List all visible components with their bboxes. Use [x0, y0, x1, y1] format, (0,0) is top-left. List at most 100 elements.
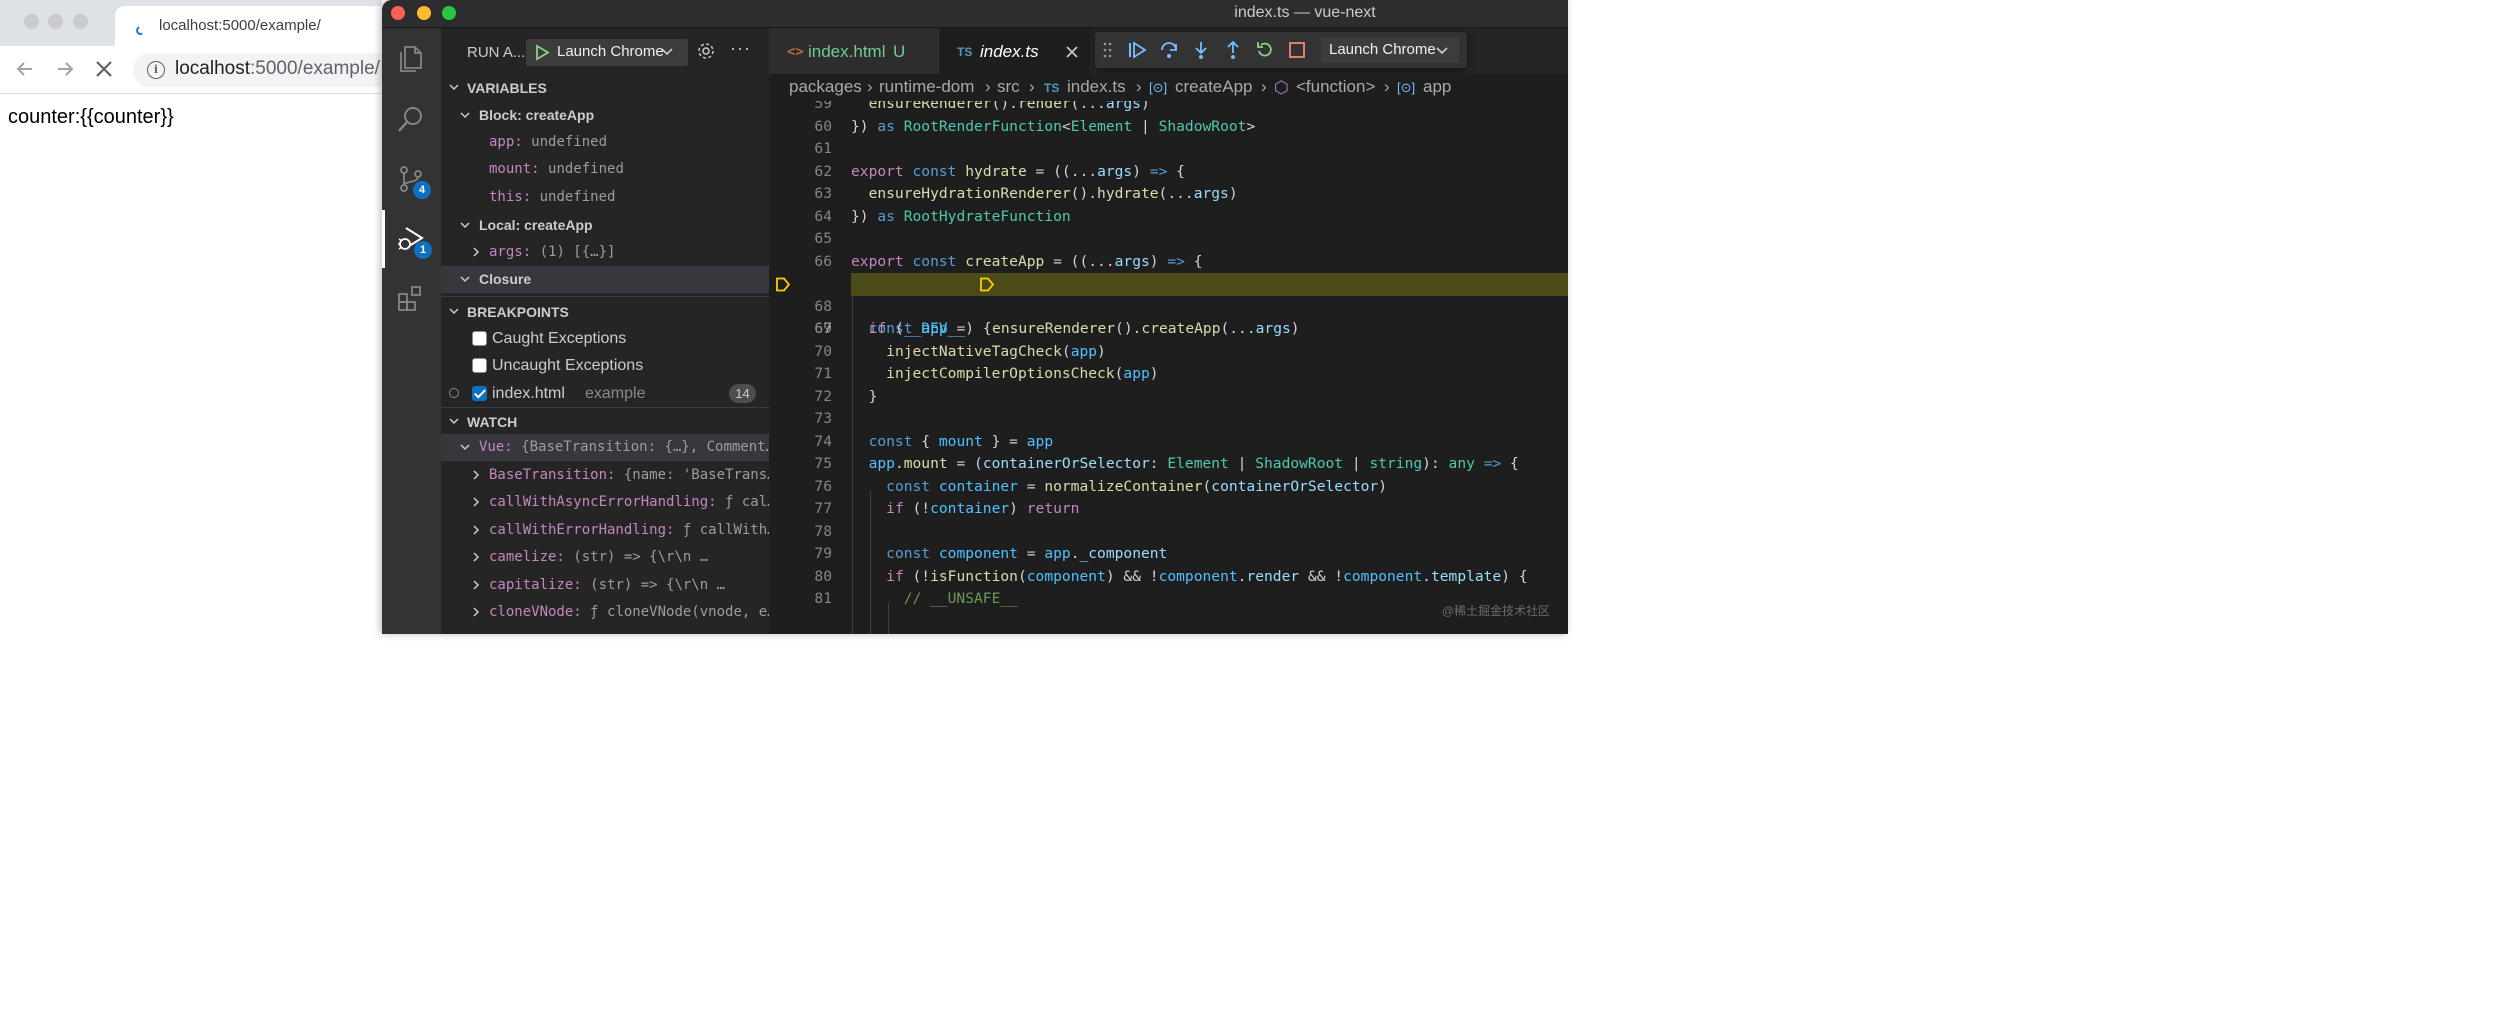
chevron-down-icon — [449, 84, 459, 91]
breakpoint-caught-exceptions[interactable]: Caught Exceptions — [441, 325, 769, 352]
step-over-icon[interactable] — [1159, 40, 1179, 60]
variable-value: undefined — [548, 161, 624, 177]
watch-child-row[interactable]: callWithAsyncErrorHandling: ƒ cal… — [441, 489, 769, 516]
code-text: export const hydrate = ((...args) => { — [851, 162, 1185, 180]
variable-name: mount: — [489, 161, 540, 177]
watch-child-row[interactable]: BaseTransition: {name: 'BaseTrans… — [441, 462, 769, 489]
watch-section-header[interactable]: WATCH — [441, 409, 769, 435]
watch-child-value: ƒ callWith… — [682, 522, 769, 538]
variables-section-header[interactable]: VARIABLES — [441, 75, 769, 101]
breakpoint-arrow-icon[interactable] — [775, 277, 791, 292]
section-divider — [441, 296, 769, 297]
tab-index-ts[interactable]: TS index.ts — [940, 28, 1090, 74]
code-line: 80 if (!isFunction(component) && !compon… — [769, 566, 1568, 589]
variable-name: this: — [489, 189, 532, 205]
breadcrumb-separator: › — [1136, 77, 1142, 96]
variable-name: app: — [489, 134, 523, 150]
editor-area: <> index.html U TS index.ts Launch Chrom… — [769, 28, 1568, 634]
breakpoint-uncaught-exceptions[interactable]: Uncaught Exceptions — [441, 352, 769, 379]
step-out-icon[interactable] — [1223, 40, 1243, 60]
start-debug-icon[interactable] — [534, 44, 550, 61]
stop-loading-icon[interactable] — [93, 58, 115, 84]
drag-handle-icon[interactable] — [1103, 40, 1113, 60]
breadcrumb-item[interactable]: app — [1423, 77, 1451, 97]
run-debug-icon[interactable]: 1 — [382, 210, 441, 268]
watch-child-value: (str) => {\r\n … — [590, 577, 726, 593]
breadcrumb-item[interactable]: <function> — [1296, 77, 1375, 97]
breakpoints-section-header[interactable]: BREAKPOINTS — [441, 299, 769, 325]
source-control-icon[interactable]: 4 — [382, 150, 441, 208]
caught-exceptions-checkbox[interactable] — [472, 331, 487, 346]
scope-closure[interactable]: Closure — [441, 266, 769, 293]
breadcrumb-separator: › — [1261, 77, 1267, 96]
chevron-right-icon — [473, 497, 480, 507]
inline-breakpoint-icon[interactable] — [979, 277, 995, 292]
breadcrumb-item[interactable]: packages — [789, 77, 862, 97]
breadcrumb-item[interactable]: src — [997, 77, 1020, 97]
editor-tabs: <> index.html U TS index.ts Launch Chrom… — [769, 28, 1568, 74]
breakpoint-index-html[interactable]: index.html example 14 — [441, 380, 769, 407]
site-info-icon[interactable]: i — [147, 61, 165, 79]
chevron-down-icon — [460, 276, 470, 283]
section-divider — [441, 407, 769, 408]
window-close-dot[interactable] — [24, 14, 39, 29]
breakpoint-file: index.html — [492, 385, 565, 402]
scope-block-createapp[interactable]: Block: createApp — [441, 102, 769, 129]
line-number: 80 — [814, 567, 832, 585]
watch-child-row[interactable]: cloneVNode: ƒ cloneVNode(vnode, e… — [441, 599, 769, 626]
tab-index-html[interactable]: <> index.html U — [769, 28, 939, 74]
debug-session-select[interactable]: Launch Chrome — [1321, 37, 1459, 63]
explorer-icon[interactable] — [382, 30, 441, 88]
variable-row[interactable]: mount: undefined — [441, 156, 769, 183]
breadcrumb-item[interactable]: index.ts — [1067, 77, 1126, 97]
close-icon[interactable] — [1066, 46, 1078, 58]
restart-icon[interactable] — [1255, 40, 1275, 60]
more-actions-icon[interactable]: ··· — [730, 38, 751, 59]
scope-local-createapp[interactable]: Local: createApp — [441, 212, 769, 239]
chevron-down-icon — [449, 418, 459, 425]
step-into-icon[interactable] — [1191, 40, 1211, 60]
breadcrumb-item[interactable]: runtime-dom — [879, 77, 974, 97]
chevron-right-icon — [473, 247, 480, 257]
code-text: injectNativeTagCheck(app) — [886, 342, 1106, 360]
code-line: 73 — [769, 408, 1568, 431]
watch-child-row[interactable]: callWithErrorHandling: ƒ callWith… — [441, 517, 769, 544]
chevron-right-icon — [473, 552, 480, 562]
stop-icon[interactable] — [1287, 40, 1307, 60]
extensions-icon[interactable] — [382, 270, 441, 328]
search-icon[interactable] — [382, 90, 441, 148]
gear-icon[interactable] — [696, 41, 716, 61]
watch-child-value: (str) => {\r\n … — [573, 549, 709, 565]
variable-row[interactable]: app: undefined — [441, 129, 769, 156]
code-editor[interactable]: 59 ensureRenderer().render(...args) 60})… — [769, 101, 1568, 634]
breakpoint-label: Uncaught Exceptions — [492, 357, 644, 374]
scope-label: Local: createApp — [479, 217, 593, 233]
watch-child-row[interactable]: camelize: (str) => {\r\n … — [441, 544, 769, 571]
window-minimize-dot[interactable] — [48, 14, 63, 29]
line-number: 71 — [814, 365, 832, 382]
code-line: 62 export const hydrate = ((...args) => { — [769, 161, 1568, 184]
code-text: const component = app._component — [886, 545, 1168, 562]
code-line: 66 export const createApp = ((...args) =>… — [769, 251, 1568, 274]
line-number: 60 — [814, 117, 832, 135]
uncaught-exceptions-checkbox[interactable] — [472, 358, 487, 373]
breadcrumb-separator: › — [985, 77, 991, 96]
continue-icon[interactable] — [1127, 40, 1147, 60]
breadcrumb-item[interactable]: createApp — [1175, 77, 1253, 97]
address-bar-url[interactable]: localhost:5000/example/ — [175, 58, 380, 80]
watch-expression-vue[interactable]: Vue: {BaseTransition: {…}, Comment… — [441, 434, 769, 461]
variable-row[interactable]: this: undefined — [441, 184, 769, 211]
html-file-icon: <> — [787, 44, 804, 60]
back-icon[interactable] — [14, 58, 36, 84]
line-number: 79 — [814, 545, 832, 562]
watch-child-name: BaseTransition: — [489, 467, 616, 483]
watch-child-row[interactable]: capitalize: (str) => {\r\n … — [441, 572, 769, 599]
watch-name: Vue: — [479, 439, 513, 455]
chevron-down-icon — [1436, 47, 1448, 55]
launch-config-select[interactable]: Launch Chrome — [526, 39, 688, 66]
window-zoom-dot[interactable] — [73, 14, 88, 29]
code-line: 75 app.mount = (containerOrSelector: Ele… — [769, 453, 1568, 476]
forward-icon[interactable] — [54, 58, 76, 84]
index-html-breakpoint-checkbox[interactable] — [472, 386, 487, 401]
variable-row[interactable]: args: (1) [{…}] — [441, 239, 769, 266]
